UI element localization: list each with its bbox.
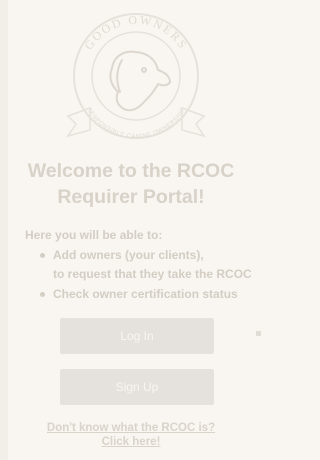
welcome-heading: Welcome to the RCOC Requirer Portal! <box>0 158 262 210</box>
good-owners-logo: GOOD OWNERS RESPONSIBLE CANINE OWNERSHIP <box>66 13 206 140</box>
welcome-heading-line2: Requirer Portal! <box>57 186 205 208</box>
scroll-indicator <box>256 331 261 336</box>
what-is-rcoc-link[interactable]: Don't know what the RCOC is? Click here! <box>0 421 262 449</box>
what-is-rcoc-link-line1[interactable]: Don't know what the RCOC is? <box>0 421 262 435</box>
left-edge-strip <box>0 0 8 460</box>
login-button[interactable]: Log In <box>60 318 214 354</box>
feature-list: Add owners (your clients), to request th… <box>40 246 253 304</box>
welcome-heading-line1: Welcome to the RCOC <box>27 160 235 182</box>
signup-button[interactable]: Sign Up <box>60 369 214 405</box>
logo-bottom-text: RESPONSIBLE CANINE OWNERSHIP <box>85 107 186 140</box>
feature-item-check-status: Check owner certification status <box>40 285 253 304</box>
dog-head-icon <box>109 50 171 112</box>
feature-item-add-owners: Add owners (your clients), to request th… <box>40 246 253 284</box>
intro-text: Here you will be able to: <box>25 228 163 242</box>
what-is-rcoc-link-line2[interactable]: Click here! <box>0 435 262 449</box>
svg-text:RESPONSIBLE CANINE OWNERSHIP: RESPONSIBLE CANINE OWNERSHIP <box>85 107 187 140</box>
